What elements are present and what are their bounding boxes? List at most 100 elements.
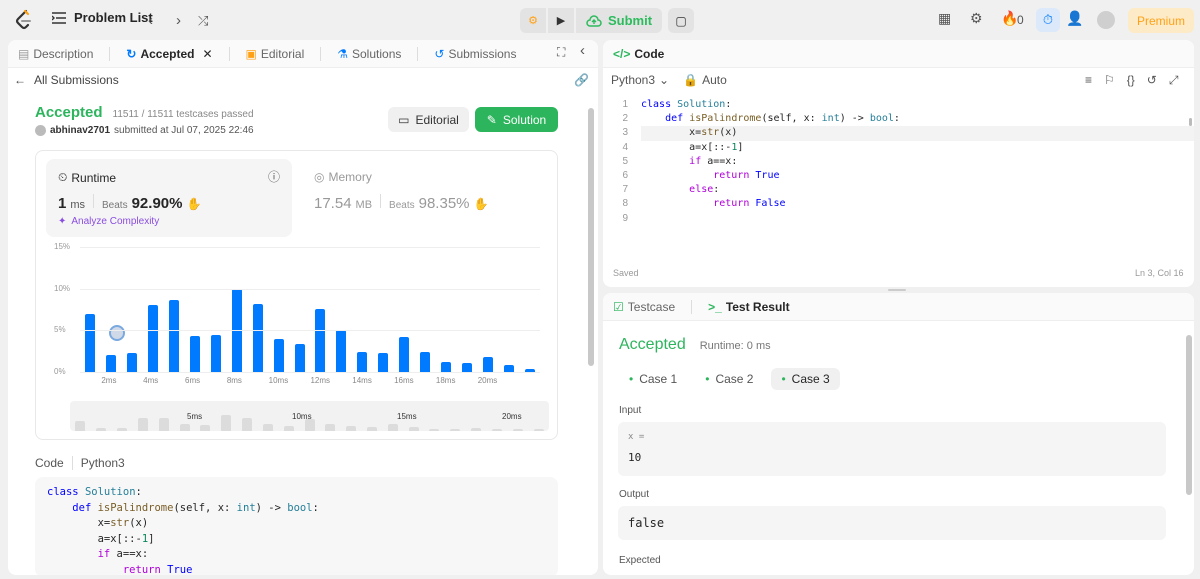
- collapse-icon[interactable]: ‹: [580, 42, 585, 59]
- link-icon[interactable]: 🔗: [574, 73, 589, 87]
- tab-submissions[interactable]: ↺ Submissions: [434, 47, 516, 61]
- runtime-bar[interactable]: [420, 352, 430, 372]
- submit-button[interactable]: Submit: [576, 8, 663, 33]
- line-number: 5: [622, 155, 628, 167]
- x-tick-label: 6ms: [185, 376, 201, 385]
- divider: [71, 456, 73, 470]
- back-to-submissions[interactable]: ← All Submissions: [14, 73, 119, 87]
- maximize-icon[interactable]: ⛶: [557, 45, 565, 60]
- solution-button[interactable]: ✎ Solution: [475, 107, 558, 132]
- line-number: 1: [622, 99, 628, 110]
- runtime-bar[interactable]: [503, 364, 514, 372]
- edit-icon: ✎: [486, 112, 497, 127]
- tab-test-result[interactable]: >_ Test Result: [708, 300, 789, 314]
- result-status: Accepted: [619, 336, 686, 353]
- sparkle-icon: ✦: [58, 216, 67, 227]
- runtime-header: ⏲ Runtime: [58, 170, 116, 185]
- run-button[interactable]: ▶: [548, 8, 574, 33]
- editor-actions: ≡ ⚐ {} ↺ ⤢: [1085, 73, 1178, 88]
- runtime-bar[interactable]: [210, 335, 221, 372]
- minimap-bar: [325, 424, 336, 431]
- runtime-bar[interactable]: [461, 362, 472, 372]
- tab-testcase[interactable]: ☑ Testcase: [613, 300, 675, 314]
- reset-icon[interactable]: ↺: [1147, 73, 1157, 88]
- runtime-bar[interactable]: [190, 336, 200, 372]
- add-friend-icon[interactable]: 👤: [1066, 10, 1083, 27]
- format-icon[interactable]: ≡: [1085, 73, 1092, 88]
- username[interactable]: abhinav2701: [50, 125, 110, 136]
- runtime-bar[interactable]: [106, 355, 117, 372]
- next-problem-icon[interactable]: ›: [176, 12, 181, 29]
- runtime-bar[interactable]: [440, 362, 451, 372]
- braces-icon[interactable]: {}: [1127, 73, 1135, 88]
- premium-button[interactable]: Premium: [1128, 8, 1194, 33]
- runtime-bar[interactable]: [315, 308, 326, 372]
- memory-value-row: 17.54 MB Beats 98.35% ✋: [314, 194, 488, 212]
- minimap-bar: [158, 417, 169, 431]
- analyze-complexity-link[interactable]: ✦ Analyze Complexity: [58, 216, 159, 227]
- minimap-bar: [137, 417, 148, 431]
- result-scrollbar[interactable]: [1186, 335, 1192, 495]
- runtime-bar[interactable]: [399, 337, 410, 372]
- runtime-bar[interactable]: [378, 352, 389, 372]
- notes-button[interactable]: ▢: [668, 8, 695, 33]
- tab-description[interactable]: ▤ Description: [18, 47, 93, 61]
- info-icon[interactable]: ⓘ: [268, 168, 280, 185]
- runtime-bar[interactable]: [85, 313, 96, 372]
- vertical-resize-handle[interactable]: [599, 40, 601, 575]
- editor-scrollbar[interactable]: [1189, 118, 1192, 126]
- close-icon[interactable]: ✕: [202, 47, 212, 61]
- leetcode-logo[interactable]: [14, 9, 34, 31]
- settings-icon[interactable]: ⚙: [970, 10, 983, 27]
- terminal-icon: >_: [708, 299, 722, 314]
- book-icon: ▣: [245, 46, 257, 61]
- shuffle-icon[interactable]: ⤮: [198, 13, 208, 29]
- runtime-bar[interactable]: [127, 352, 138, 372]
- chart-range-minimap[interactable]: 5ms 10ms 15ms 20ms: [70, 401, 549, 431]
- runtime-bar[interactable]: [294, 343, 305, 372]
- minimap-bar: [179, 424, 190, 431]
- tab-code[interactable]: </> Code: [613, 47, 664, 61]
- case-tab-1[interactable]: • Case 1: [619, 368, 687, 390]
- left-scrollbar[interactable]: [588, 108, 594, 366]
- list-icon: [52, 11, 66, 24]
- runtime-bar[interactable]: [336, 330, 347, 372]
- editor-tab-bar: </> Code: [603, 40, 1194, 68]
- code-editor-panel: </> Code Python3 ⌄ 🔒 Auto ≡ ⚐ {} ↺ ⤢ 1 2 3 4 5 6…: [603, 40, 1194, 287]
- mode-select[interactable]: 🔒 Auto: [683, 73, 727, 87]
- timer-icon[interactable]: ⏱: [1036, 8, 1060, 32]
- avatar[interactable]: [1097, 11, 1115, 29]
- submission-status-row: Accepted 11511 / 11511 testcases passed: [35, 104, 254, 121]
- problem-list-button[interactable]: Problem List: [52, 10, 153, 25]
- runtime-bar[interactable]: [169, 299, 180, 372]
- runtime-card[interactable]: ⏲ Runtime ⓘ 1 ms Beats 92.90% ✋ ✦ Analyz…: [46, 159, 292, 237]
- case-tab-3[interactable]: • Case 3: [771, 368, 840, 390]
- horizontal-resize-handle[interactable]: [888, 289, 906, 291]
- minimap-bar: [75, 421, 86, 431]
- minimap-bar: [346, 426, 357, 431]
- runtime-bar[interactable]: [148, 305, 159, 372]
- beats-label: Beats: [389, 200, 415, 211]
- selected-bar-avatar[interactable]: [109, 325, 125, 341]
- runtime-bar[interactable]: [252, 303, 263, 372]
- tab-accepted[interactable]: ↻ Accepted ✕: [126, 47, 212, 61]
- bookmark-icon[interactable]: ⚐: [1104, 73, 1115, 88]
- case-tab-2[interactable]: • Case 2: [695, 368, 763, 390]
- runtime-bar[interactable]: [482, 357, 493, 372]
- language-select[interactable]: Python3 ⌄: [611, 73, 669, 87]
- editorial-button[interactable]: ▭ Editorial: [388, 107, 469, 132]
- debug-button[interactable]: ⚙: [520, 8, 546, 33]
- tab-solutions[interactable]: ⚗ Solutions: [337, 47, 401, 61]
- runtime-bar[interactable]: [357, 352, 368, 372]
- prev-problem-icon[interactable]: ‹: [148, 12, 153, 29]
- runtime-bar[interactable]: [273, 338, 284, 372]
- memory-card[interactable]: ◎ Memory 17.54 MB Beats 98.35% ✋: [302, 159, 532, 237]
- code-editor[interactable]: 1 2 3 4 5 6 7 8 9 class Solution: def isPalindro…: [603, 98, 1194, 228]
- fire-icon[interactable]: 🔥: [1001, 10, 1018, 27]
- tab-editorial[interactable]: ▣ Editorial: [246, 47, 305, 61]
- clap-icon: ✋: [186, 197, 202, 211]
- fullscreen-icon[interactable]: ⤢: [1169, 73, 1179, 88]
- x-tick-label: 14ms: [352, 376, 372, 385]
- layout-icon[interactable]: ▦: [938, 10, 951, 27]
- minimap-bar: [450, 428, 461, 431]
